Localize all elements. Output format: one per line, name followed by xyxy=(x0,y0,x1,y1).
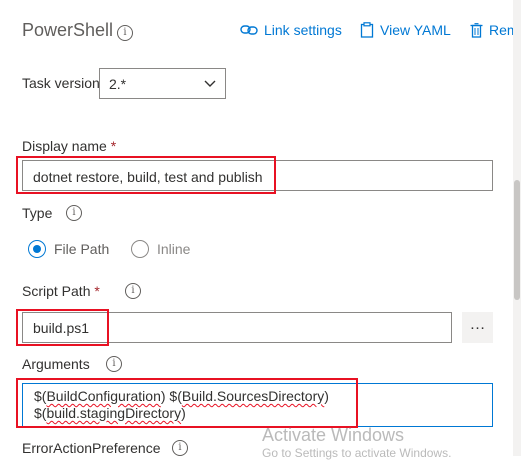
arguments-label: Arguments xyxy=(22,356,90,372)
task-version-select[interactable]: 2.* xyxy=(99,68,226,99)
page-title: PowerShell xyxy=(22,20,114,40)
info-icon[interactable]: i xyxy=(66,205,82,221)
display-name-label: Display name * xyxy=(22,138,116,154)
link-settings-button[interactable]: Link settings xyxy=(240,22,342,38)
highlight-box xyxy=(16,378,358,428)
link-settings-label: Link settings xyxy=(264,22,342,38)
script-path-label-text: Script Path xyxy=(22,283,91,299)
inline-label: Inline xyxy=(157,241,191,257)
script-path-label: Script Path * xyxy=(22,283,100,299)
info-icon[interactable]: i xyxy=(106,356,122,372)
remove-button[interactable]: Rem xyxy=(470,22,519,38)
chevron-down-icon xyxy=(204,80,216,87)
highlight-box xyxy=(16,156,276,194)
error-action-label: ErrorActionPreference xyxy=(22,440,161,456)
file-path-radio[interactable]: File Path xyxy=(28,240,109,258)
inline-radio[interactable]: Inline xyxy=(131,240,190,258)
task-version-value: 2.* xyxy=(109,76,127,92)
required-mark: * xyxy=(94,283,100,299)
info-icon[interactable]: i xyxy=(117,25,133,41)
view-yaml-label: View YAML xyxy=(380,22,451,38)
type-label: Type xyxy=(22,205,53,221)
task-version-label: Task version xyxy=(22,75,100,91)
info-icon[interactable]: i xyxy=(125,283,141,299)
display-name-label-text: Display name xyxy=(22,138,107,154)
info-icon[interactable]: i xyxy=(172,440,188,456)
scrollbar-thumb[interactable] xyxy=(514,180,520,300)
link-icon xyxy=(240,25,258,35)
clipboard-icon xyxy=(360,22,374,38)
highlight-box xyxy=(16,309,109,346)
view-yaml-button[interactable]: View YAML xyxy=(360,22,451,38)
radio-unselected-icon xyxy=(131,240,149,258)
activate-windows-subtitle: Go to Settings to activate Windows. xyxy=(262,446,452,460)
browse-button[interactable]: … xyxy=(462,312,493,343)
trash-icon xyxy=(470,22,483,38)
radio-selected-icon xyxy=(28,240,46,258)
file-path-label: File Path xyxy=(54,241,110,257)
required-mark: * xyxy=(110,138,117,154)
activate-windows-watermark: Activate Windows xyxy=(262,425,405,445)
scrollbar[interactable] xyxy=(513,0,521,456)
